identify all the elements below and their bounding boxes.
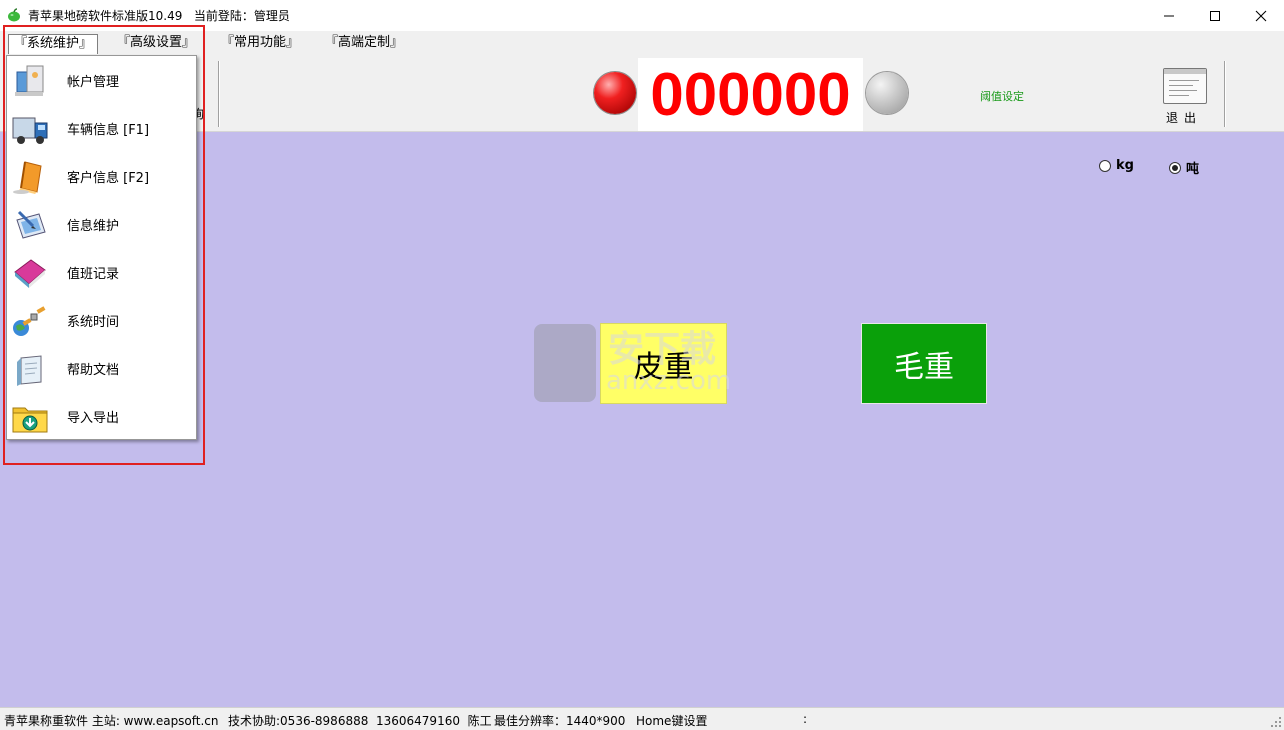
resize-grip-icon[interactable] (1270, 716, 1282, 728)
unit-ton-label: 吨 (1186, 162, 1200, 177)
toolbar-separator (1224, 61, 1226, 127)
apple-app-icon (8, 8, 20, 22)
watermark: 安下载 anxz.com (534, 320, 754, 404)
close-icon (1255, 10, 1267, 21)
watermark-shield-icon (534, 324, 596, 402)
threshold-setting-link[interactable]: 阈值设定 (980, 88, 1024, 104)
maximize-button[interactable] (1192, 0, 1238, 31)
weight-display-panel: 000000 (638, 58, 863, 131)
status-company: 青苹果称重软件 主站: www.eapsoft.cn (4, 714, 219, 728)
menu-common-functions[interactable]: 『常用功能』 (216, 34, 304, 54)
status-home-key: Home键设置 (636, 714, 708, 728)
gross-weight-label: 毛重 (894, 349, 954, 385)
minimize-icon (1164, 15, 1174, 16)
exit-label: 退出 (1165, 111, 1202, 125)
minimize-button[interactable] (1146, 0, 1192, 31)
status-extra: : (803, 712, 808, 726)
status-support: 技术协助:0536-8986888 13606479160 陈工 (228, 714, 492, 728)
unit-kg-label: kg (1116, 158, 1134, 173)
menu-custom[interactable]: 『高端定制』 (320, 34, 408, 54)
status-bar: 青苹果称重软件 主站: www.eapsoft.cn 技术协助:0536-898… (0, 707, 1284, 730)
exit-button[interactable]: 退出 (1158, 67, 1210, 129)
watermark-sub: anxz.com (606, 366, 732, 396)
gross-weight-button[interactable]: 毛重 (861, 323, 987, 404)
maximize-icon (1210, 10, 1220, 21)
toolbar-separator (218, 61, 220, 127)
close-button[interactable] (1238, 0, 1284, 31)
radio-button-checked-icon (1169, 161, 1181, 174)
status-resolution: 最佳分辨率：1440*900 (494, 714, 626, 728)
watermark-text: 安下载 (608, 329, 717, 370)
radio-button-icon (1099, 159, 1111, 172)
unit-ton-radio[interactable]: 吨 (1169, 158, 1199, 177)
weight-display: 000000 (650, 61, 851, 128)
highlight-annotation-box (3, 25, 205, 465)
status-light-red-icon (594, 72, 636, 114)
application-window-icon (1163, 68, 1207, 104)
status-light-gray-icon (866, 72, 908, 114)
unit-kg-radio[interactable]: kg (1099, 158, 1134, 173)
window-title: 青苹果地磅软件标准版10.49 当前登陆：管理员 (28, 9, 290, 23)
